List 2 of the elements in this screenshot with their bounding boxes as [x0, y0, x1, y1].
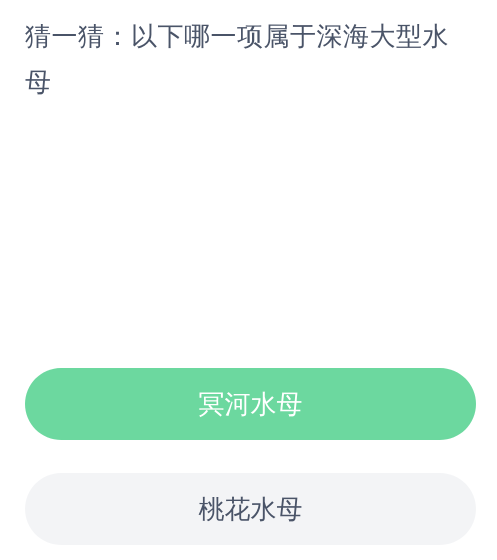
- answer-option[interactable]: 桃花水母: [25, 473, 476, 545]
- question-text: 猜一猜：以下哪一项属于深海大型水母: [25, 21, 450, 100]
